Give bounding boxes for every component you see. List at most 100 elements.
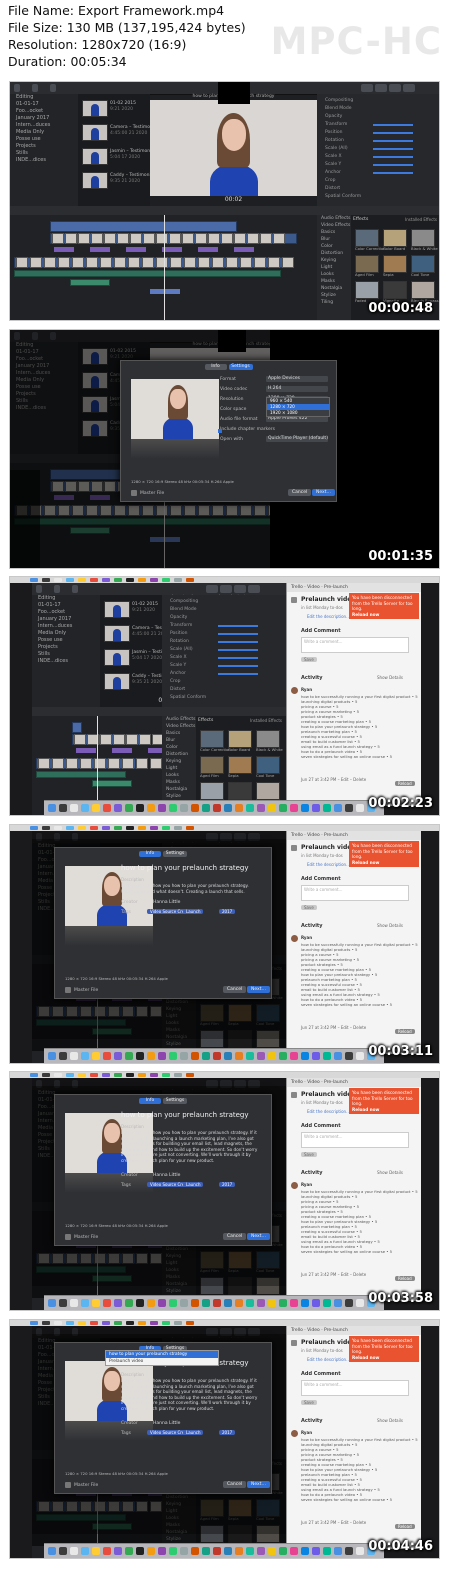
toolbar-icon[interactable] — [375, 84, 387, 92]
dock-app-icon[interactable] — [235, 1299, 243, 1307]
title-clip[interactable] — [126, 247, 146, 252]
inspector-slider[interactable] — [218, 657, 258, 659]
dock-app-icon[interactable] — [92, 804, 100, 812]
dock-app-icon[interactable] — [279, 1547, 287, 1555]
dock-app-icon[interactable] — [180, 1299, 188, 1307]
timeline-clip[interactable] — [65, 233, 77, 244]
dock-app-icon[interactable] — [323, 1547, 331, 1555]
dock-app-icon[interactable] — [103, 804, 111, 812]
connected-clip[interactable] — [72, 722, 82, 733]
trello-tab[interactable]: Trello · Video · Pre-launch — [287, 1326, 421, 1335]
toolbar-button[interactable] — [14, 84, 20, 92]
dock-app-icon[interactable] — [246, 804, 254, 812]
timeline-clip[interactable] — [198, 257, 210, 268]
dock-app-icon[interactable] — [334, 1299, 342, 1307]
timeline-clip[interactable] — [212, 257, 224, 268]
dock-app-icon[interactable] — [235, 1052, 243, 1060]
dropdown-option[interactable]: 1920 × 1080 — [267, 410, 329, 416]
dock-app-icon[interactable] — [48, 1299, 56, 1307]
tag-token[interactable]: Launch — [183, 909, 204, 914]
browser-tab-icon[interactable] — [150, 578, 158, 582]
dock-app-icon[interactable] — [356, 804, 364, 812]
title-clip[interactable] — [90, 247, 110, 252]
effect-swatch[interactable] — [411, 281, 435, 299]
effect-swatch[interactable] — [200, 730, 224, 748]
browser-tab-icon[interactable] — [162, 1321, 170, 1325]
inspector-slider[interactable] — [218, 665, 258, 667]
show-details-link[interactable]: Show Details — [377, 1418, 403, 1423]
timeline-clip[interactable] — [260, 233, 272, 244]
dock-app-icon[interactable] — [356, 1299, 364, 1307]
playhead[interactable] — [163, 215, 165, 320]
browser-tab-icon[interactable] — [42, 826, 50, 830]
timeline-clip[interactable] — [113, 734, 125, 745]
dock-app-icon[interactable] — [103, 1299, 111, 1307]
toolbar-icon[interactable] — [234, 585, 246, 593]
dock-app-icon[interactable] — [323, 1052, 331, 1060]
dock-app-icon[interactable] — [70, 1052, 78, 1060]
toolbar-icon[interactable] — [361, 84, 373, 92]
cancel-button[interactable]: Cancel — [223, 986, 247, 993]
effects-category[interactable]: Audio Effects — [317, 215, 351, 222]
browser-tab-icon[interactable] — [186, 826, 194, 830]
title-field[interactable]: how to plan your prelaunch strategy — [121, 864, 249, 872]
dock-app-icon[interactable] — [213, 1547, 221, 1555]
dock-app-icon[interactable] — [301, 1299, 309, 1307]
timeline-clip[interactable] — [58, 257, 70, 268]
effects-category[interactable]: Masks — [162, 779, 196, 786]
dock-app-icon[interactable] — [48, 1052, 56, 1060]
audio-clip[interactable] — [70, 279, 110, 286]
dock-app-icon[interactable] — [70, 1547, 78, 1555]
timeline-clip[interactable] — [273, 233, 285, 244]
browser-tab-icon[interactable] — [90, 1073, 98, 1077]
reload-tag[interactable]: Reload — [395, 1276, 415, 1281]
inspector-slider[interactable] — [373, 164, 413, 166]
dock-app-icon[interactable] — [213, 1052, 221, 1060]
tab-info[interactable]: Info — [204, 364, 227, 370]
dock-app-icon[interactable] — [169, 1052, 177, 1060]
timeline-clip[interactable] — [268, 257, 280, 268]
browser-tab-icon[interactable] — [54, 1321, 62, 1325]
dock-app-icon[interactable] — [59, 1547, 67, 1555]
timeline-clip[interactable] — [86, 257, 98, 268]
timeline-clip[interactable] — [130, 233, 142, 244]
browser-tab-icon[interactable] — [150, 1073, 158, 1077]
dock-app-icon[interactable] — [191, 1547, 199, 1555]
dock-app-icon[interactable] — [257, 804, 265, 812]
timeline-clip[interactable] — [104, 233, 116, 244]
dock-app-icon[interactable] — [81, 1052, 89, 1060]
browser-tab-icon[interactable] — [186, 1321, 194, 1325]
browser-tab-icon[interactable] — [150, 1321, 158, 1325]
comment-input[interactable]: Write a comment… — [301, 1132, 409, 1148]
dock-app-icon[interactable] — [48, 1547, 56, 1555]
autocomplete-option[interactable]: how to plan your prelaunch strategy — [106, 1351, 218, 1358]
edit-description-link[interactable]: Edit the description… — [307, 1357, 350, 1362]
next-button[interactable]: Next… — [247, 986, 270, 993]
timeline-clip[interactable] — [247, 233, 259, 244]
dock-app-icon[interactable] — [323, 804, 331, 812]
dock-app-icon[interactable] — [180, 1052, 188, 1060]
dock-app-icon[interactable] — [103, 1052, 111, 1060]
clip-thumbnail[interactable] — [82, 172, 108, 189]
browser-tab-icon[interactable] — [186, 1073, 194, 1077]
save-button[interactable]: Save — [301, 905, 317, 910]
dock-app-icon[interactable] — [70, 1299, 78, 1307]
title-clip[interactable] — [54, 247, 74, 252]
library-item[interactable]: Editing — [10, 94, 78, 101]
dock-app-icon[interactable] — [125, 1547, 133, 1555]
browser-tab-icon[interactable] — [66, 826, 74, 830]
timeline-clip[interactable] — [182, 233, 194, 244]
effects-category[interactable]: Color — [317, 243, 351, 250]
timeline-clip[interactable] — [16, 257, 28, 268]
card-title[interactable]: Prelaunch video — [301, 1339, 355, 1346]
library-item[interactable]: Media Only — [32, 630, 100, 637]
dock-app-icon[interactable] — [158, 1052, 166, 1060]
dock-app-icon[interactable] — [125, 804, 133, 812]
dock-app-icon[interactable] — [312, 804, 320, 812]
title-clip[interactable] — [234, 247, 254, 252]
toolbar-button[interactable] — [36, 585, 42, 593]
browser-tab-icon[interactable] — [138, 1073, 146, 1077]
creator-field[interactable]: Hanna Little — [153, 1173, 180, 1178]
clip-thumbnail[interactable] — [82, 100, 108, 117]
browser-tab-icon[interactable] — [78, 1073, 86, 1077]
